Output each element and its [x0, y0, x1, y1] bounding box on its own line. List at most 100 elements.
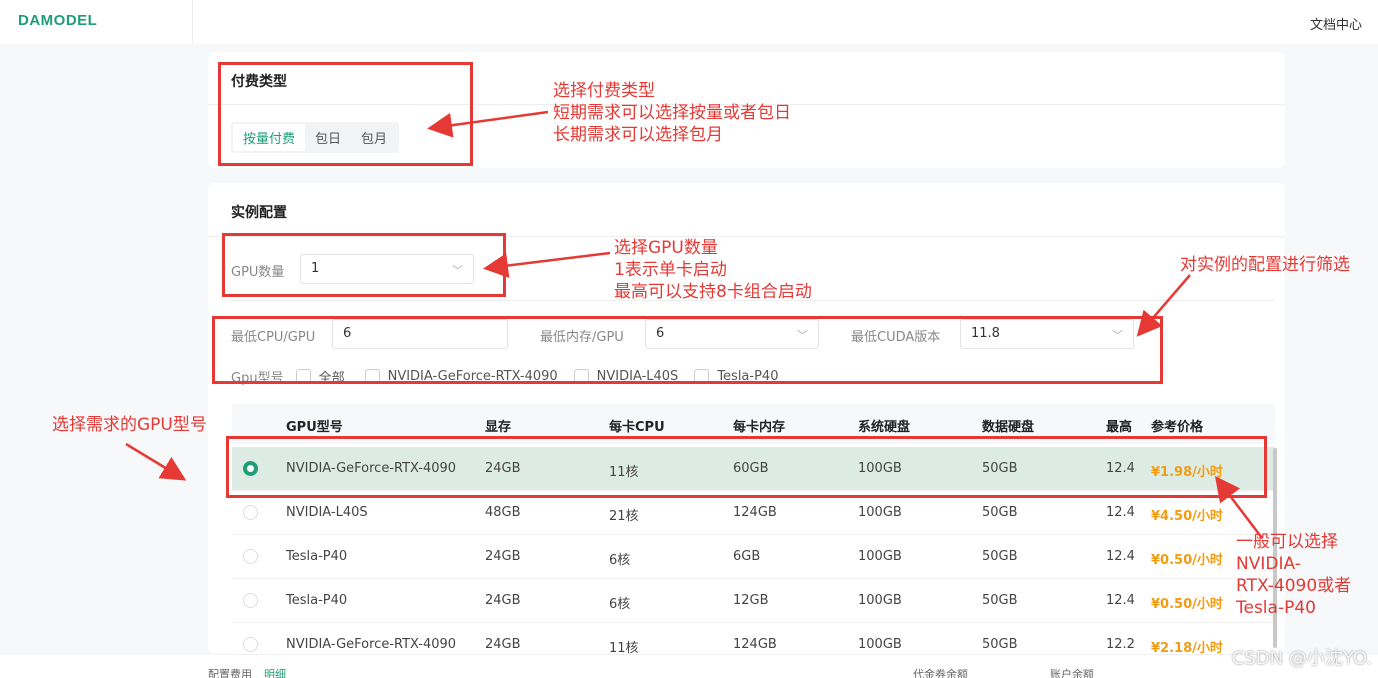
row-radio[interactable] [243, 637, 258, 652]
gpu-count-select[interactable]: 1 ﹀ [300, 254, 474, 284]
cell-price: ¥0.50/小时 [1151, 553, 1223, 568]
gpu-model-label: Gpu型号 [231, 371, 284, 386]
billing-option-daily[interactable]: 包日 [305, 124, 351, 151]
min-cuda-select[interactable]: 11.8 ﹀ [960, 319, 1134, 349]
cell-system-disk: 100GB [858, 505, 902, 520]
note-line: 最高可以支持8卡组合启动 [614, 282, 812, 302]
col-gpu-model: GPU型号 [286, 420, 343, 435]
cell-price: ¥4.50/小时 [1151, 509, 1223, 524]
cell-max-cuda: 12.4 [1106, 505, 1135, 520]
row-radio[interactable] [243, 461, 258, 476]
note-line: NVIDIA- [1236, 554, 1301, 574]
cell-price: ¥2.18/小时 [1151, 641, 1223, 655]
footer-bar: 配置费用 明细 代金券余额 账户余额 [0, 655, 1378, 678]
cell-price: ¥0.50/小时 [1151, 597, 1223, 612]
voucher-balance-label: 代金券余额 [913, 668, 968, 678]
cell-vram: 48GB [485, 505, 521, 520]
gpu-count-value: 1 [311, 261, 320, 276]
col-memory: 每卡内存 [733, 420, 786, 435]
chevron-down-icon: ﹀ [797, 329, 808, 342]
note-line: 选择付费类型 [553, 81, 655, 101]
col-price: 参考价格 [1151, 420, 1204, 435]
checkbox-all[interactable] [295, 369, 311, 384]
chevron-down-icon: ﹀ [1112, 329, 1123, 342]
table-row[interactable]: NVIDIA-GeForce-RTX-4090 24GB 11核 124GB 1… [232, 623, 1275, 655]
note-line: 长期需求可以选择包月 [553, 125, 723, 145]
cell-system-disk: 100GB [858, 637, 902, 652]
cell-max-cuda: 12.4 [1106, 593, 1135, 608]
cell-cpu: 6核 [609, 597, 631, 612]
row-radio[interactable] [243, 593, 258, 608]
gpu-model-option[interactable]: NVIDIA-GeForce-RTX-4090 [388, 369, 558, 384]
row-radio[interactable] [243, 549, 258, 564]
cell-vram: 24GB [485, 549, 521, 564]
cell-data-disk: 50GB [982, 549, 1018, 564]
min-cpu-input[interactable]: 6 [332, 319, 508, 349]
gpu-model-filter: Gpu型号 全部 NVIDIA-GeForce-RTX-4090 NVIDIA-… [231, 367, 778, 386]
cell-cpu: 6核 [609, 553, 631, 568]
gpu-table-header: GPU型号 显存 每卡CPU 每卡内存 系统硬盘 数据硬盘 最高 参考价格 [232, 404, 1275, 444]
cell-gpu-model: Tesla-P40 [286, 593, 348, 608]
gpu-count-note: 选择GPU数量 1表示单卡启动 最高可以支持8卡组合启动 [614, 237, 812, 303]
cost-detail-link[interactable]: 明细 [264, 666, 286, 678]
min-cuda-label: 最低CUDA版本 [851, 330, 941, 345]
col-data-disk: 数据硬盘 [982, 420, 1035, 435]
col-max-cuda: 最高 [1106, 420, 1133, 435]
cell-memory: 60GB [733, 461, 769, 476]
cell-vram: 24GB [485, 637, 521, 652]
col-vram: 显存 [485, 420, 512, 435]
cell-vram: 24GB [485, 461, 521, 476]
min-cpu-label: 最低CPU/GPU [231, 330, 316, 345]
checkbox-l40s[interactable] [573, 369, 589, 384]
checkbox-p40[interactable] [694, 369, 710, 384]
note-line: 一般可以选择 [1236, 532, 1338, 552]
logo[interactable]: DAMODEL [18, 12, 97, 29]
note-line: RTX-4090或者 [1236, 576, 1352, 596]
col-cpu: 每卡CPU [609, 420, 665, 435]
cell-max-cuda: 12.4 [1106, 549, 1135, 564]
table-row[interactable]: NVIDIA-L40S 48GB 21核 124GB 100GB 50GB 12… [232, 491, 1275, 535]
cell-data-disk: 50GB [982, 461, 1018, 476]
gpu-model-option[interactable]: Tesla-P40 [717, 369, 778, 384]
table-row[interactable]: NVIDIA-GeForce-RTX-4090 24GB 11核 60GB 10… [232, 447, 1275, 491]
checkbox-rtx-4090[interactable] [364, 369, 380, 384]
note-line: 选择GPU数量 [614, 238, 718, 258]
table-row[interactable]: Tesla-P40 24GB 6核 6GB 100GB 50GB 12.4 ¥0… [232, 535, 1275, 579]
min-mem-value: 6 [656, 326, 665, 341]
row-radio[interactable] [243, 505, 258, 520]
min-mem-label: 最低内存/GPU [540, 330, 624, 345]
recommend-note: 一般可以选择 NVIDIA- RTX-4090或者 Tesla-P40 [1236, 531, 1351, 619]
note-line: 短期需求可以选择按量或者包日 [553, 103, 791, 123]
cell-data-disk: 50GB [982, 505, 1018, 520]
gpu-model-option[interactable]: NVIDIA-L40S [597, 369, 679, 384]
billing-option-pay-as-you-go[interactable]: 按量付费 [233, 124, 306, 151]
cell-max-cuda: 12.4 [1106, 461, 1135, 476]
account-balance-label: 账户余额 [1050, 668, 1094, 678]
cell-vram: 24GB [485, 593, 521, 608]
config-cost-label: 配置费用 [208, 668, 252, 678]
chevron-down-icon: ﹀ [452, 264, 463, 277]
note-line: 1表示单卡启动 [614, 260, 727, 280]
cell-memory: 124GB [733, 637, 777, 652]
min-cuda-value: 11.8 [971, 326, 1000, 341]
cell-max-cuda: 12.2 [1106, 637, 1135, 652]
cell-gpu-model: NVIDIA-GeForce-RTX-4090 [286, 461, 457, 476]
table-row[interactable]: Tesla-P40 24GB 6核 12GB 100GB 50GB 12.4 ¥… [232, 579, 1275, 623]
billing-title: 付费类型 [231, 74, 287, 90]
gpu-model-option[interactable]: 全部 [319, 367, 345, 386]
cell-cpu: 21核 [609, 509, 639, 524]
billing-note: 选择付费类型 短期需求可以选择按量或者包日 长期需求可以选择包月 [553, 80, 791, 146]
cell-memory: 12GB [733, 593, 769, 608]
cell-gpu-model: NVIDIA-L40S [286, 505, 368, 520]
cell-cpu: 11核 [609, 641, 639, 655]
docs-link[interactable]: 文档中心 [1310, 14, 1362, 33]
filter-note: 对实例的配置进行筛选 [1180, 255, 1350, 275]
billing-option-monthly[interactable]: 包月 [351, 124, 397, 151]
cell-memory: 6GB [733, 549, 761, 564]
gpu-count-label: GPU数量 [231, 265, 285, 280]
billing-type-selector: 按量付费 包日 包月 [231, 122, 400, 153]
watermark: CSDN @小沈YO. [1231, 648, 1372, 669]
top-bar: DAMODEL 文档中心 [0, 0, 1378, 44]
min-mem-select[interactable]: 6 ﹀ [645, 319, 819, 349]
cell-data-disk: 50GB [982, 637, 1018, 652]
